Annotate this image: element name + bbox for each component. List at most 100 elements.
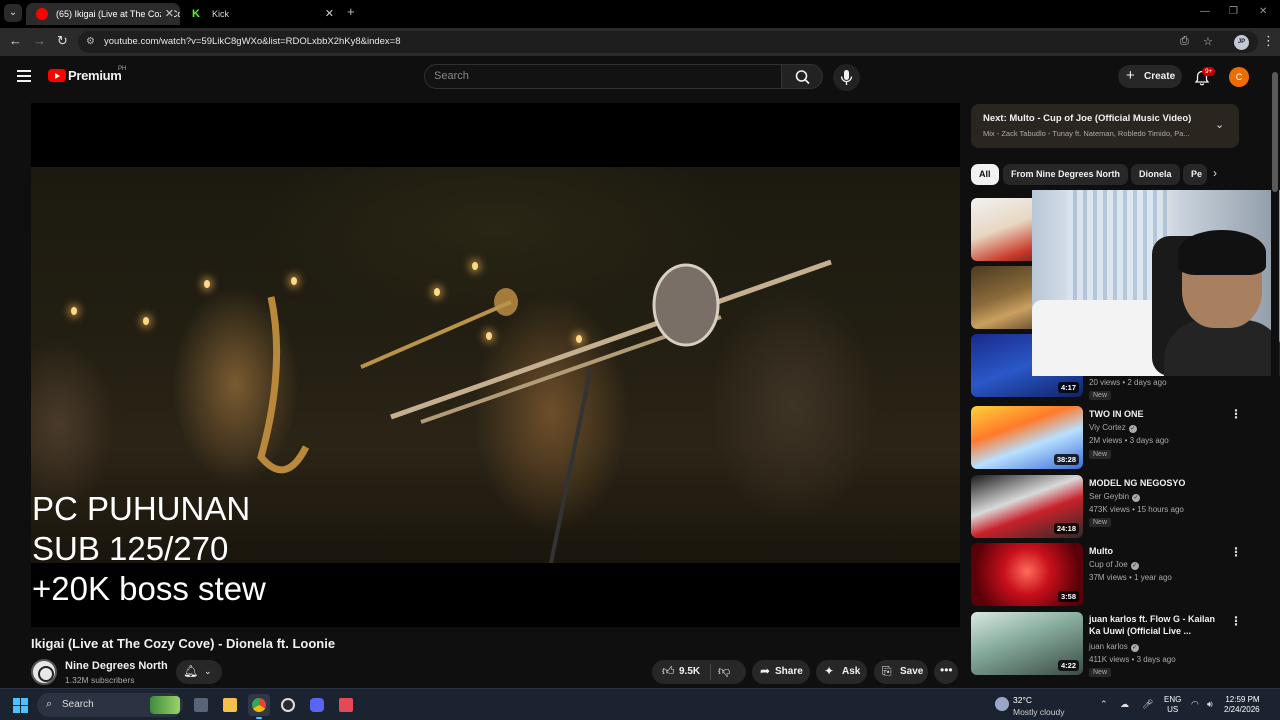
taskbar-search[interactable]: ⌕ Search [37, 693, 183, 717]
recommendation-channel[interactable]: Viy Cortez ✓ [1089, 423, 1137, 433]
forward-icon[interactable]: → [33, 33, 46, 48]
chevron-right-icon[interactable]: › [1213, 166, 1217, 180]
new-badge: New [1089, 450, 1112, 459]
ask-button[interactable]: ✦ Ask [816, 660, 867, 684]
recommendation-thumbnail[interactable]: 24:18 [971, 475, 1083, 538]
video-duration: 3:58 [1057, 591, 1079, 602]
share-button[interactable]: ➦ Share [752, 660, 810, 684]
back-icon[interactable]: ← [9, 33, 22, 48]
verified-icon: ✓ [1132, 494, 1141, 502]
language-indicator[interactable]: ENG US [1164, 695, 1181, 715]
microphone-tray-icon[interactable]: 🎤︎ [1142, 699, 1153, 710]
window-close-icon[interactable]: ✕ [1259, 6, 1267, 17]
close-tab-icon[interactable]: ✕ [325, 3, 334, 25]
chrome-icon[interactable] [248, 694, 270, 719]
like-icon[interactable]: 👍︎ [662, 664, 675, 679]
profile-avatar[interactable]: JP [1234, 35, 1249, 50]
youtube-header: Premium PH + Create 9+ C [0, 56, 1280, 100]
tab-youtube[interactable]: (65) Ikigai (Live at The Cozy Cove ✕ [26, 3, 180, 25]
obs-icon[interactable] [277, 694, 299, 716]
person-body [1164, 320, 1280, 376]
more-vert-icon[interactable]: ⋮ [1230, 614, 1242, 628]
recommendation-thumbnail[interactable]: 3:58 [971, 543, 1083, 606]
recommendation-title[interactable]: TWO IN ONE [1089, 408, 1227, 420]
snipping-tool-icon[interactable] [335, 694, 357, 716]
discord-icon[interactable] [306, 694, 328, 716]
browser-menu-icon[interactable]: ⋮ [1262, 33, 1275, 49]
verified-icon: ✓ [1128, 425, 1137, 433]
bookmark-icon: ⎘ [882, 664, 892, 678]
omnibox[interactable]: ⚙ youtube.com/watch?v=59LikC8gWXo&list=R… [78, 31, 1258, 53]
youtube-logo-icon[interactable] [48, 69, 66, 82]
verified-icon: ✓ [1130, 644, 1139, 652]
recommendation-title[interactable]: Multo [1089, 545, 1227, 557]
hamburger-menu-icon[interactable] [17, 70, 31, 82]
video-duration: 4:17 [1057, 382, 1079, 393]
chevron-down-icon[interactable]: ⌄ [1215, 118, 1224, 131]
chip-more[interactable]: Pe [1183, 164, 1207, 185]
recommendation-channel[interactable]: Ser Geybin ✓ [1089, 492, 1141, 502]
file-explorer-icon[interactable] [219, 694, 241, 716]
chevron-down-icon: ⌄ [204, 666, 212, 676]
account-avatar[interactable]: C [1229, 67, 1249, 87]
more-horizontal-icon: ••• [940, 663, 953, 677]
weather-condition: Mostly cloudy [1013, 707, 1065, 717]
system-clock[interactable]: 12:59 PM 2/24/2026 [1224, 695, 1260, 715]
subscribe-bell-button[interactable]: 🔔︎ ⌄ [176, 660, 222, 684]
url-text[interactable]: youtube.com/watch?v=59LikC8gWXo&list=RDO… [104, 36, 401, 47]
recommendation-channel[interactable]: Cup of Joe ✓ [1089, 560, 1139, 570]
like-count[interactable]: 9.5K [679, 666, 700, 677]
recommendation-meta: 473K views • 15 hours ago [1089, 505, 1184, 514]
site-info-icon[interactable]: ⚙ [86, 36, 95, 47]
chevron-up-icon[interactable]: ⌃ [1100, 699, 1108, 710]
share-icon: ➦ [760, 664, 771, 678]
onedrive-icon[interactable]: ☁ [1120, 699, 1129, 710]
recommendation-thumbnail[interactable]: 4:22 [971, 612, 1083, 675]
new-tab-icon[interactable]: + [347, 4, 355, 19]
video-player[interactable]: PC PUHUNAN SUB 125/270 +20K boss stew [31, 103, 960, 627]
browser-tab-bar: ⌄ (65) Ikigai (Live at The Cozy Cove ✕ K… [0, 0, 1280, 28]
volume-icon[interactable]: 🔊︎ [1207, 699, 1213, 710]
task-view-icon[interactable] [190, 694, 212, 716]
recommendation-thumbnail[interactable]: 38:28 [971, 406, 1083, 469]
search-button[interactable] [781, 64, 823, 89]
channel-name[interactable]: Nine Degrees North [65, 660, 168, 672]
recommendation-meta: 2M views • 3 days ago [1089, 436, 1169, 445]
recommendation-title[interactable]: juan karlos ft. Flow G - Kailan Ka Uuwi … [1089, 613, 1227, 637]
maximize-icon[interactable]: ❐ [1229, 6, 1238, 17]
tab-search-button[interactable]: ⌄ [4, 4, 22, 22]
windows-start-icon[interactable] [13, 698, 28, 713]
reload-icon[interactable]: ↻ [57, 33, 68, 49]
recommendation-meta: 37M views • 1 year ago [1089, 573, 1172, 582]
voice-search-button[interactable] [833, 64, 860, 91]
close-tab-icon[interactable]: ✕ [160, 3, 174, 25]
chip-dionela[interactable]: Dionela [1131, 164, 1180, 185]
channel-avatar[interactable] [31, 659, 57, 685]
create-button[interactable]: + Create [1118, 65, 1182, 88]
more-vert-icon[interactable]: ⋮ [1230, 545, 1242, 559]
recommendation-meta: 411K views • 3 days ago [1089, 655, 1176, 664]
bookmark-star-icon[interactable]: ☆ [1203, 35, 1213, 48]
chip-from-channel[interactable]: From Nine Degrees North [1003, 164, 1129, 185]
logo-text[interactable]: Premium [68, 68, 122, 83]
webcam-overlay [1032, 190, 1280, 376]
recommendation-channel[interactable]: juan karlos ✓ [1089, 642, 1139, 652]
channel-label: juan karlos [1089, 642, 1128, 651]
page-scrollbar[interactable] [1271, 60, 1279, 688]
more-vert-icon[interactable]: ⋮ [1230, 407, 1242, 421]
more-actions-button[interactable]: ••• [934, 660, 958, 684]
recommendation-meta: 20 views • 2 days ago [1089, 378, 1167, 387]
recommendation-title[interactable]: MODEL NG NEGOSYO [1089, 477, 1227, 489]
save-button[interactable]: ⎘ Save [874, 660, 928, 684]
up-next-panel[interactable]: Next: Multo - Cup of Joe (Official Music… [971, 104, 1239, 148]
wifi-icon[interactable]: ◠ [1191, 699, 1199, 710]
video-duration: 24:18 [1053, 523, 1079, 534]
tab-kick[interactable]: K Kick ✕ [182, 3, 340, 25]
chip-all[interactable]: All [971, 164, 999, 185]
search-input[interactable] [434, 70, 764, 82]
video-duration: 4:22 [1057, 660, 1079, 671]
dislike-icon[interactable]: 👎︎ [718, 664, 730, 679]
minimize-icon[interactable]: — [1200, 6, 1210, 17]
install-app-icon[interactable]: ⎙ [1180, 35, 1189, 48]
scrollbar-thumb[interactable] [1272, 72, 1278, 192]
